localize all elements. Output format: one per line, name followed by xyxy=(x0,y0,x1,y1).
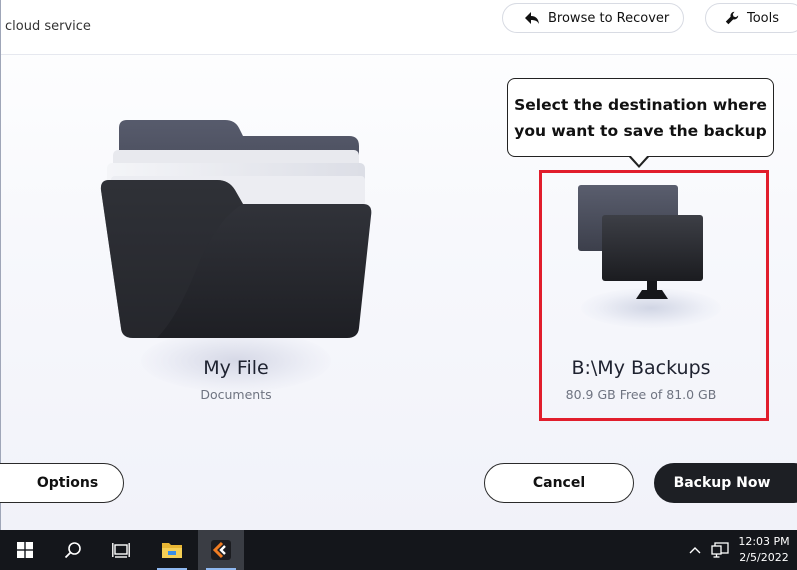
destination-tooltip: Select the destination where you want to… xyxy=(507,78,774,157)
clock-time: 12:03 PM xyxy=(738,535,790,548)
taskbar-clock[interactable]: 12:03 PM 2/5/2022 xyxy=(735,534,793,566)
clock-date: 2/5/2022 xyxy=(739,551,789,564)
backup-app-taskbar-button[interactable] xyxy=(198,530,244,570)
backup-app-window: cloud service Browse to Recover Tools My… xyxy=(0,0,797,530)
task-view-button[interactable] xyxy=(98,530,144,570)
source-folder-card[interactable] xyxy=(97,118,377,343)
taskbar xyxy=(0,530,797,570)
destination-title: B:\My Backups xyxy=(571,357,711,379)
cancel-button[interactable]: Cancel xyxy=(484,463,634,503)
browse-to-recover-button[interactable]: Browse to Recover xyxy=(502,3,684,33)
folder-icon xyxy=(100,120,372,338)
source-title: My File xyxy=(203,357,269,379)
computer-icon xyxy=(578,185,703,299)
top-bar: cloud service Browse to Recover Tools xyxy=(1,0,797,55)
network-status-button[interactable] xyxy=(708,530,732,570)
backup-app-icon xyxy=(211,540,231,560)
destination-subtitle: 80.9 GB Free of 81.0 GB xyxy=(565,387,717,402)
cloud-service-text: cloud service xyxy=(5,19,91,34)
wrench-icon xyxy=(725,11,739,25)
tools-label: Tools xyxy=(747,10,780,26)
tools-button[interactable]: Tools xyxy=(705,3,797,33)
taskbar-search-button[interactable] xyxy=(50,530,96,570)
file-explorer-icon xyxy=(162,543,182,558)
task-view-icon xyxy=(112,543,130,558)
options-button[interactable]: Options xyxy=(0,463,124,503)
tooltip-pointer-fill xyxy=(630,155,648,165)
network-icon xyxy=(711,542,729,558)
backup-now-button[interactable]: Backup Now xyxy=(654,463,797,503)
tooltip-line-2: you want to save the backup xyxy=(514,122,767,140)
back-arrow-icon xyxy=(525,12,539,24)
show-hidden-icons-button[interactable] xyxy=(684,530,706,570)
file-explorer-taskbar-button[interactable] xyxy=(149,530,195,570)
tooltip-line-1: Select the destination where xyxy=(514,96,767,114)
browse-to-recover-label: Browse to Recover xyxy=(548,10,670,26)
search-icon xyxy=(64,542,81,559)
chevron-up-icon xyxy=(689,547,701,554)
windows-start-button[interactable] xyxy=(3,530,47,570)
source-subtitle: Documents xyxy=(200,387,272,402)
windows-start-icon xyxy=(17,542,33,558)
